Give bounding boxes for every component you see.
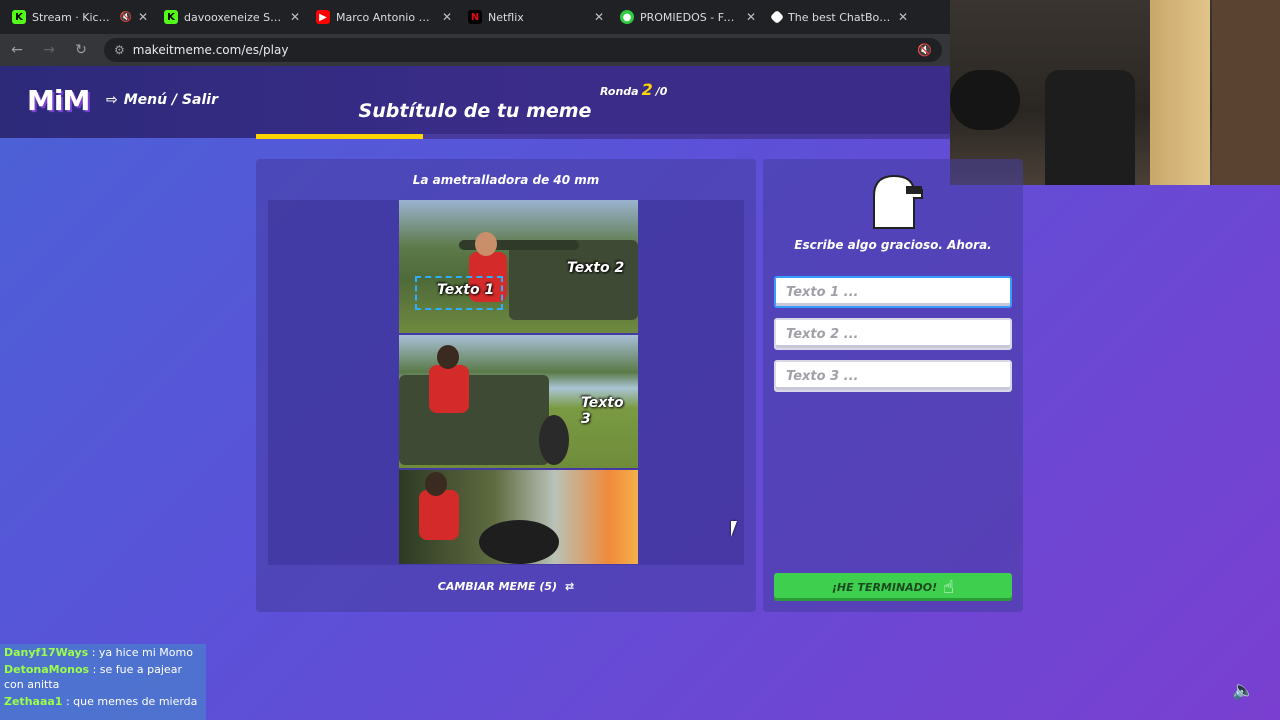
site-header: MiM ⇨ Menú / Salir Ronda 2 /0 Subtítulo … <box>0 66 950 138</box>
webcam-chair <box>1045 70 1135 185</box>
round-progress-fill <box>256 134 423 139</box>
chat-message: Zethaaa1 : que memes de mierda <box>0 693 206 710</box>
muted-site-icon[interactable]: 🔇 <box>917 43 932 57</box>
back-icon[interactable]: ← <box>8 42 26 58</box>
caption-input-1[interactable] <box>774 276 1012 308</box>
browser-tab[interactable]: ▶ Marco Antonio Solís - ✕ <box>308 2 460 32</box>
round-number: 2 <box>641 80 653 99</box>
caption-editor-panel: Escribe algo gracioso. Ahora. ¡HE TERMIN… <box>763 159 1023 612</box>
caption-3[interactable]: Texto 3 <box>581 395 638 427</box>
browser-tab[interactable]: K Stream · Kick Dash 🔇 ✕ <box>4 2 156 32</box>
round-total: /0 <box>655 85 668 98</box>
editor-prompt: Escribe algo gracioso. Ahora. <box>794 238 992 252</box>
webcam-door <box>1150 0 1210 185</box>
kick-icon: K <box>12 10 26 24</box>
forward-icon[interactable]: → <box>40 42 58 58</box>
chat-text: : ya hice mi Momo <box>91 646 193 659</box>
round-label: Ronda <box>600 85 639 98</box>
mute-icon[interactable]: 🔇 <box>119 12 131 23</box>
caption-input-2[interactable] <box>774 318 1012 350</box>
change-meme-button[interactable]: CAMBIAR MEME (5) ⇄ <box>256 580 756 593</box>
stream-chat-overlay: Danyf17Ways : ya hice mi Momo DetonaMono… <box>0 644 206 720</box>
webcam-overlay <box>950 0 1280 185</box>
page-title: Subtítulo de tu meme <box>358 100 592 122</box>
pointer-hand-icon: ☝ <box>943 576 955 598</box>
meme-title: La ametralladora de 40 mm <box>412 173 600 187</box>
browser-tab[interactable]: The best ChatBot and ✕ <box>764 2 916 32</box>
chat-message: DetonaMonos : se fue a pajear con anitta <box>0 661 206 693</box>
browser-toolbar: ← → ↻ ⚙ makeitmeme.com/es/play 🔇 <box>0 34 950 66</box>
address-bar[interactable]: ⚙ makeitmeme.com/es/play 🔇 <box>104 38 942 62</box>
youtube-icon: ▶ <box>316 10 330 24</box>
close-icon[interactable]: ✕ <box>594 10 604 24</box>
caption-2[interactable]: Texto 2 <box>567 260 624 276</box>
kick-icon: K <box>164 10 178 24</box>
site-info-icon[interactable]: ⚙ <box>114 43 125 57</box>
meme-image: Texto 1 Texto 2 Texto 3 <box>399 200 638 564</box>
meme-canvas: Texto 1 Texto 2 Texto 3 <box>268 200 744 565</box>
tab-label: davooxeneize Stream <box>184 10 284 24</box>
chat-username: Danyf17Ways <box>4 646 89 659</box>
browser-tab-bar: K Stream · Kick Dash 🔇 ✕ K davooxeneize … <box>0 0 950 34</box>
close-icon[interactable]: ✕ <box>746 10 756 24</box>
close-icon[interactable]: ✕ <box>898 10 908 24</box>
round-progress-bar <box>256 134 950 139</box>
mascot-icon <box>873 174 923 229</box>
tab-label: Marco Antonio Solís - <box>336 10 436 24</box>
tab-label: Stream · Kick Dash <box>32 10 113 24</box>
chat-username: Zethaaa1 <box>4 695 63 708</box>
promiedos-icon: ● <box>620 10 634 24</box>
sound-toggle-icon[interactable]: 🔈 <box>1232 680 1254 701</box>
change-meme-label: CAMBIAR MEME (5) <box>437 580 558 593</box>
close-icon[interactable]: ✕ <box>442 10 452 24</box>
shuffle-icon: ⇄ <box>565 580 575 593</box>
reload-icon[interactable]: ↻ <box>72 42 90 58</box>
tab-label: PROMIEDOS - Futbol A <box>640 10 740 24</box>
browser-tab[interactable]: N Netflix ✕ <box>460 2 612 32</box>
url-text: makeitmeme.com/es/play <box>132 43 289 57</box>
tab-label: Netflix <box>488 10 524 24</box>
chat-message: Danyf17Ways : ya hice mi Momo <box>0 644 206 661</box>
done-label: ¡HE TERMINADO! <box>831 580 938 594</box>
mouse-cursor <box>731 521 737 537</box>
browser-tab[interactable]: K davooxeneize Stream ✕ <box>156 2 308 32</box>
close-icon[interactable]: ✕ <box>138 10 148 24</box>
meme-panel: La ametralladora de 40 mm Texto 1 Texto … <box>256 159 756 612</box>
chat-text: : que memes de mierda <box>65 695 198 708</box>
round-indicator: Ronda 2 /0 <box>600 80 667 99</box>
done-button[interactable]: ¡HE TERMINADO! ☝ <box>774 573 1012 601</box>
close-icon[interactable]: ✕ <box>290 10 300 24</box>
meme-frame-3 <box>399 470 638 564</box>
chat-username: DetonaMonos <box>4 663 90 676</box>
caption-input-3[interactable] <box>774 360 1012 392</box>
webcam-shelf <box>1212 0 1280 185</box>
netflix-icon: N <box>468 10 482 24</box>
webcam-mic-arm <box>950 70 1020 130</box>
browser-tab[interactable]: ● PROMIEDOS - Futbol A ✕ <box>612 2 764 32</box>
caption-1[interactable]: Texto 1 <box>437 282 494 298</box>
tab-label: The best ChatBot and <box>788 10 892 24</box>
chatbot-icon <box>769 9 785 25</box>
